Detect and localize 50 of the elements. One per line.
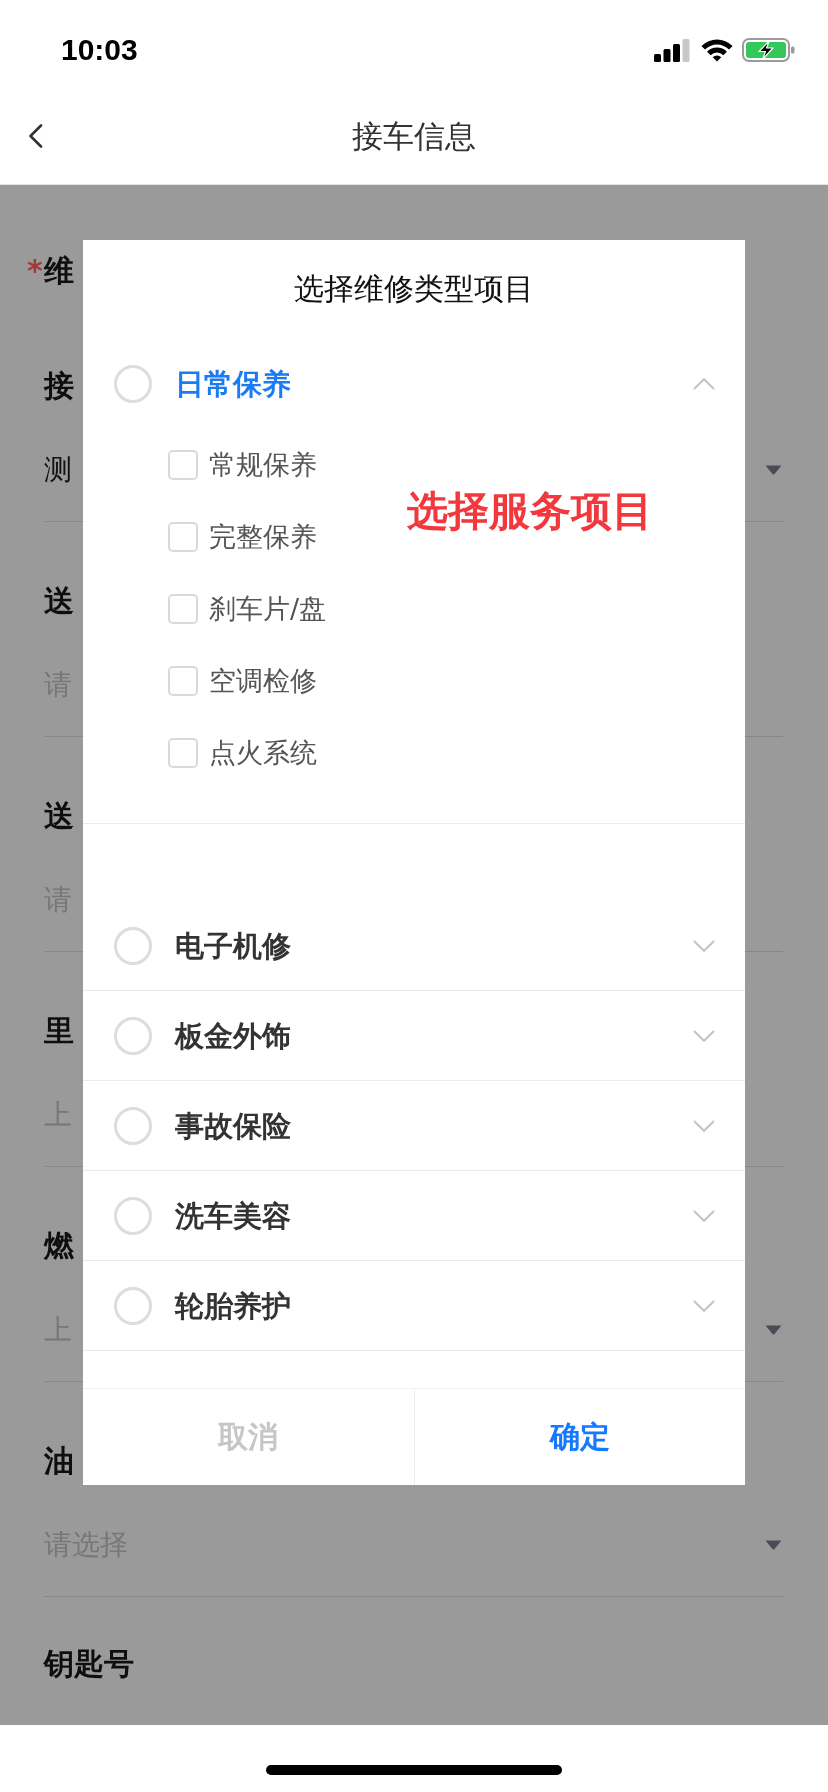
caret-down-icon[interactable] xyxy=(765,1540,782,1550)
chevron-down-icon[interactable] xyxy=(693,939,715,952)
field-label: 送 xyxy=(44,582,74,620)
select-field[interactable]: 测 xyxy=(44,452,72,488)
confirm-button[interactable]: 确定 xyxy=(413,1389,745,1485)
radio-button[interactable] xyxy=(114,1016,152,1055)
checkbox[interactable] xyxy=(168,594,198,624)
caret-down-icon[interactable] xyxy=(765,465,782,475)
radio-button[interactable] xyxy=(114,926,152,965)
field-label: 燃 xyxy=(44,1227,74,1265)
checkbox[interactable] xyxy=(168,738,198,768)
radio-button[interactable] xyxy=(114,1196,152,1235)
category-label[interactable]: 板金外饰 xyxy=(175,1015,291,1056)
radio-button[interactable] xyxy=(114,1286,152,1325)
page-title: 接车信息 xyxy=(352,117,476,156)
checkbox[interactable] xyxy=(168,666,198,696)
chevron-down-icon[interactable] xyxy=(693,1299,715,1312)
category-label[interactable]: 洗车美容 xyxy=(175,1195,291,1236)
required-asterisk: * xyxy=(27,252,44,290)
chevron-down-icon[interactable] xyxy=(693,1029,715,1042)
battery-icon xyxy=(742,38,795,62)
option-label[interactable]: 常规保养 xyxy=(209,445,317,485)
option-label[interactable]: 点火系统 xyxy=(209,733,317,773)
option-label[interactable]: 完整保养 xyxy=(209,517,317,557)
dialog-title: 选择维修类型项目 xyxy=(294,271,534,306)
category-label[interactable]: 电子机修 xyxy=(175,925,291,966)
wifi-icon xyxy=(701,38,733,62)
field-label: 维 xyxy=(44,252,74,290)
chevron-left-icon xyxy=(28,124,43,148)
checkbox[interactable] xyxy=(168,450,198,480)
chevron-up-icon[interactable] xyxy=(693,378,715,390)
radio-button[interactable] xyxy=(114,1106,152,1145)
option-label[interactable]: 空调检修 xyxy=(209,661,317,701)
chevron-down-icon[interactable] xyxy=(693,1119,715,1132)
caret-down-icon[interactable] xyxy=(765,1325,782,1335)
option-label[interactable]: 刹车片/盘 xyxy=(209,589,327,629)
signal-bars-icon xyxy=(654,38,690,62)
chevron-down-icon[interactable] xyxy=(693,1209,715,1222)
field-label: 里 xyxy=(44,1012,74,1050)
category-label[interactable]: 轮胎养护 xyxy=(175,1285,291,1326)
status-time: 10:03 xyxy=(61,32,138,68)
field-label: 送 xyxy=(44,797,74,835)
checkbox[interactable] xyxy=(168,522,198,552)
field-label: 钥匙号 xyxy=(44,1645,134,1683)
radio-button[interactable] xyxy=(114,365,152,403)
field-label: 油 xyxy=(44,1442,74,1480)
field-label: 接 xyxy=(44,367,74,405)
category-label[interactable]: 日常保养 xyxy=(175,364,291,404)
annotation-text: 选择服务项目 xyxy=(407,490,653,532)
category-label[interactable]: 事故保险 xyxy=(175,1105,291,1146)
